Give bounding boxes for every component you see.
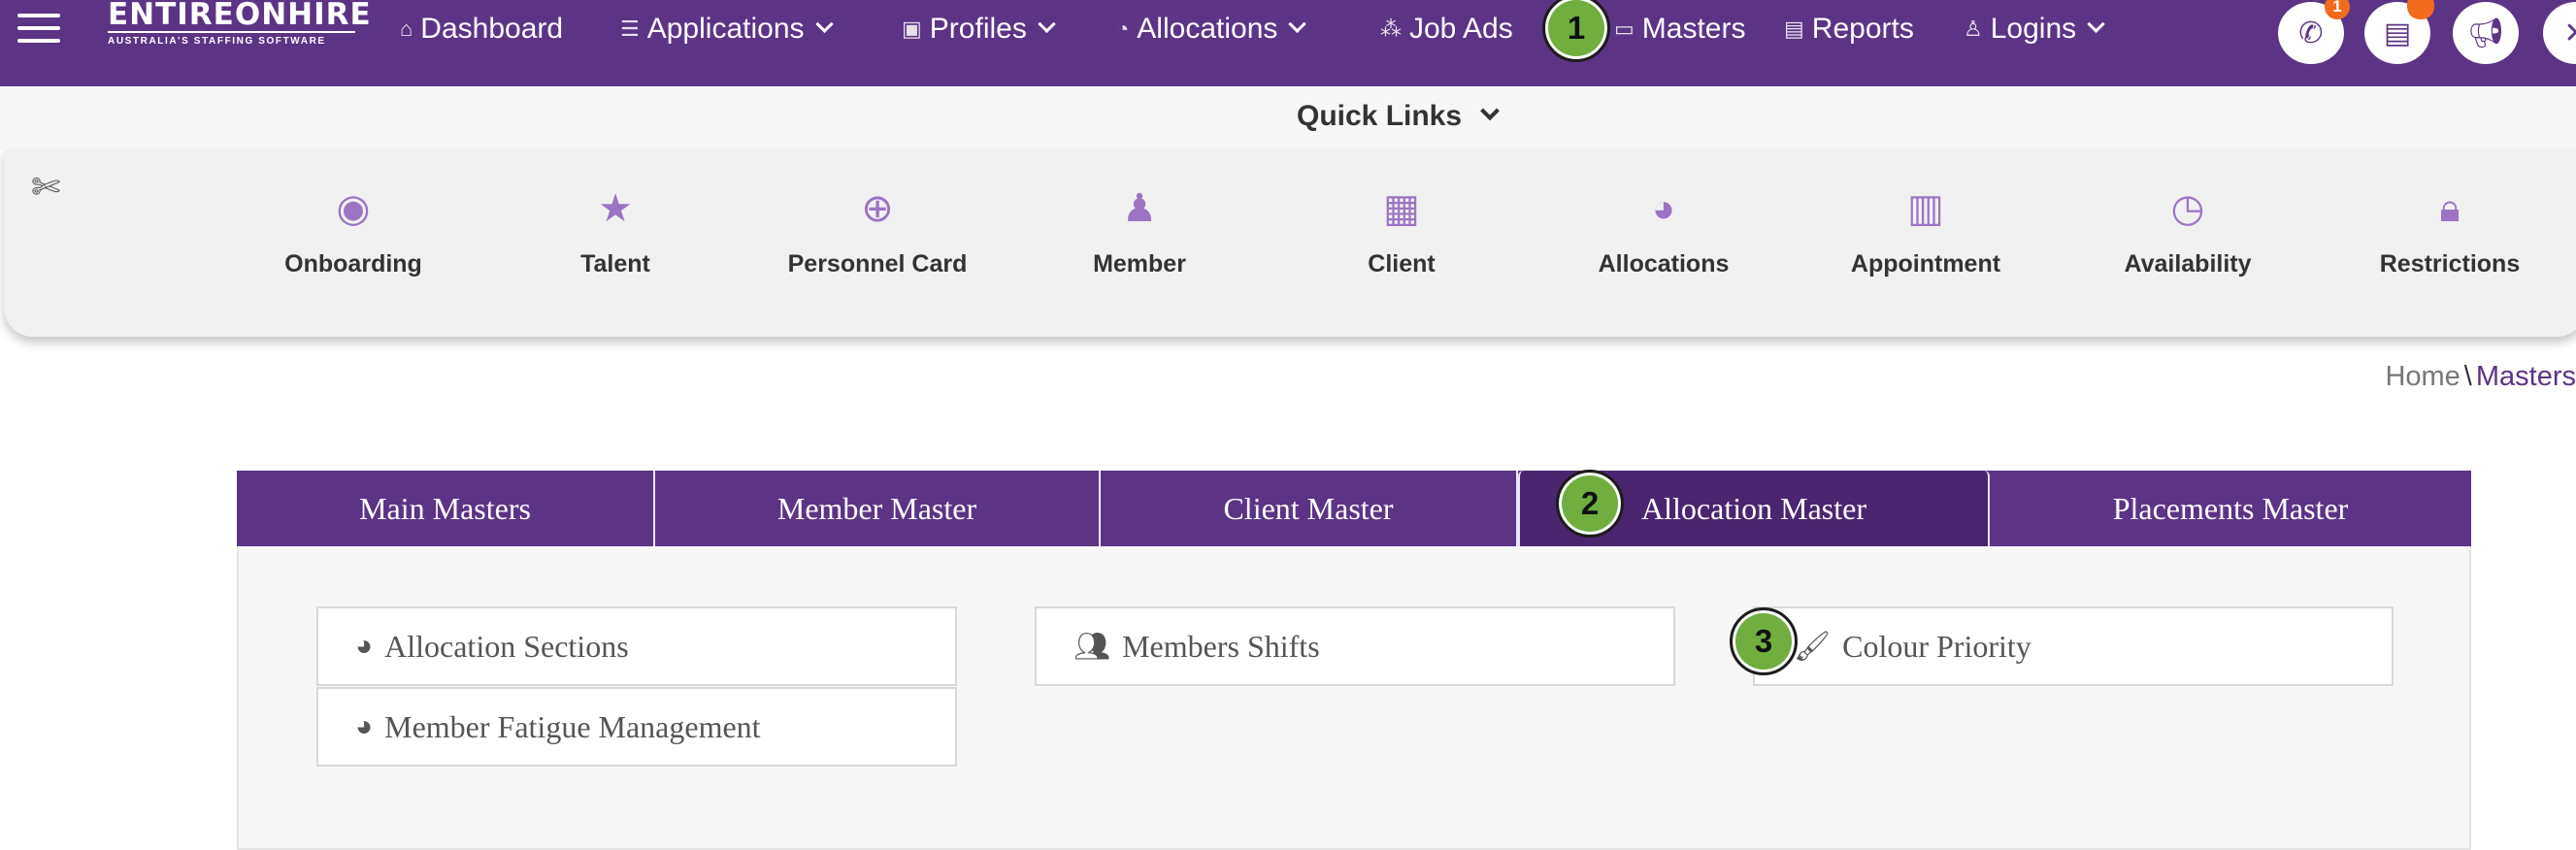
quick-link-label: Allocations — [1598, 250, 1730, 278]
quick-link-label: Member — [1093, 250, 1186, 278]
nav-job-ads-label: Job Ads — [1409, 13, 1513, 45]
chevron-down-icon — [814, 15, 834, 33]
nav-reports[interactable]: ▤ Reports — [1784, 10, 1914, 49]
calendar-icon: ▥ — [1907, 187, 1944, 230]
user-circle-icon: ◉ — [336, 187, 371, 230]
tab-member-master[interactable]: Member Master — [655, 471, 1101, 546]
nav-job-ads[interactable]: ⁂ Job Ads — [1380, 10, 1513, 49]
member-fatigue-management-button[interactable]: ◕ Member Fatigue Management — [316, 687, 957, 767]
quick-link-onboarding[interactable]: ◉ Onboarding — [242, 184, 465, 278]
quick-link-appointment[interactable]: ▥ Appointment — [1814, 184, 2037, 278]
document-icon: ▤ — [2383, 16, 2412, 49]
quick-link-label: Restrictions — [2379, 250, 2521, 278]
document-icon: ▤ — [1784, 16, 1804, 41]
breadcrumb-separator: \ — [2463, 361, 2472, 392]
home-icon: ⌂ — [400, 16, 413, 41]
nav-profiles-label: Profiles — [929, 13, 1027, 45]
folder-icon: ▭ — [1614, 16, 1635, 41]
chevron-down-icon — [1288, 15, 1307, 33]
breadcrumb-home[interactable]: Home — [2385, 361, 2460, 392]
nav-masters[interactable]: ▭ Masters — [1614, 10, 1745, 49]
item-label: Member Fatigue Management — [384, 708, 761, 744]
pie-chart-icon: ◕ — [355, 710, 374, 742]
logo-text: ENTIREONHIRE — [108, 0, 372, 32]
step-marker-3: 3 — [1730, 607, 1798, 675]
chevron-down-icon — [1038, 15, 1056, 33]
nav-allocations-label: Allocations — [1137, 13, 1278, 45]
quick-link-personnel-card[interactable]: ⊕ Personnel Card — [766, 184, 989, 278]
star-icon: ★ — [598, 187, 633, 230]
quick-link-label: Talent — [580, 250, 650, 278]
paint-brush-icon: 🖌︎ — [1794, 630, 1832, 663]
quick-links-title: Quick Links — [1297, 100, 1463, 132]
quick-link-label: Client — [1368, 250, 1436, 278]
nav-logins-label: Logins — [1990, 13, 2077, 45]
members-shifts-button[interactable]: 👥︎ Members Shifts — [1035, 606, 1675, 686]
item-label: Colour Priority — [1842, 628, 2031, 664]
network-icon: ⁂ — [1380, 16, 1402, 41]
chevron-down-icon — [1480, 101, 1500, 121]
nav-profiles[interactable]: ▣ Profiles — [902, 10, 1056, 49]
nav-reports-label: Reports — [1811, 13, 1914, 45]
allocation-sections-button[interactable]: ◕ Allocation Sections — [316, 606, 957, 686]
quick-link-label: Availability — [2124, 250, 2252, 278]
person-icon: ♟ — [1122, 187, 1157, 230]
item-label: Members Shifts — [1122, 628, 1320, 664]
quick-link-label: Personnel Card — [787, 250, 968, 278]
list-icon: ☰ — [620, 16, 640, 41]
masters-tabs: Main Masters Member Master Client Master… — [237, 471, 2471, 546]
logo-tagline: AUSTRALIA'S STAFFING SOFTWARE — [108, 36, 326, 47]
user-icon: ♙ — [1964, 16, 1983, 41]
nav-allocations[interactable]: ◔ Allocations — [1116, 10, 1307, 49]
building-icon: ▦ — [1383, 187, 1420, 230]
unpin-icon[interactable]: ✄ — [31, 167, 60, 208]
announcement-button[interactable]: 📢︎ — [2453, 2, 2519, 64]
logo[interactable]: ENTIREONHIRE AUSTRALIA'S STAFFING SOFTWA… — [108, 0, 372, 58]
megaphone-icon: 📢︎ — [2466, 16, 2505, 49]
quick-links-header: Quick Links — [0, 86, 2576, 149]
document-button[interactable]: ▤ — [2364, 0, 2434, 64]
tab-placements-master[interactable]: Placements Master — [1990, 471, 2471, 546]
quick-link-label: Appointment — [1850, 250, 2001, 278]
quick-link-allocations[interactable]: ◕ Allocations — [1552, 184, 1775, 278]
quick-link-availability[interactable]: ◷ Availability — [2076, 184, 2299, 278]
nav-applications-label: Applications — [646, 13, 805, 45]
quick-link-label: Onboarding — [284, 250, 422, 278]
lock-icon: 🔒︎ — [2439, 187, 2460, 230]
breadcrumb-current: Masters — [2475, 361, 2576, 392]
hamburger-menu-icon[interactable] — [17, 14, 60, 45]
profile-card-icon: ▣ — [902, 16, 922, 41]
close-button[interactable]: ✕ — [2543, 2, 2576, 64]
quick-links-toggle[interactable]: Quick Links — [1297, 100, 1500, 133]
phone-icon: ✆ — [2298, 16, 2324, 49]
quick-link-member[interactable]: ♟ Member — [1028, 184, 1251, 278]
breadcrumb: Home \ Masters — [2385, 361, 2576, 393]
tab-client-master[interactable]: Client Master — [1101, 471, 1518, 546]
chevron-down-icon — [2087, 15, 2105, 33]
clock-icon: ◷ — [2170, 187, 2205, 230]
pie-icon: ◔ — [1116, 16, 1130, 41]
users-icon: 👥︎ — [1073, 630, 1111, 663]
search-plus-icon: ⊕ — [861, 187, 894, 230]
notification-badge: 1 — [2325, 0, 2350, 19]
nav-masters-label: Masters — [1641, 13, 1746, 45]
quick-link-talent[interactable]: ★ Talent — [504, 184, 727, 278]
step-marker-2: 2 — [1556, 470, 1624, 538]
nav-dashboard[interactable]: ⌂ Dashboard — [400, 10, 563, 49]
phone-list-button[interactable]: ✆ 1 — [2278, 0, 2350, 64]
item-label: Allocation Sections — [384, 628, 629, 664]
quick-links-panel: ✄ ◉ Onboarding ★ Talent ⊕ Personnel Card… — [4, 149, 2576, 337]
status-dot — [2407, 0, 2434, 19]
top-navbar: ENTIREONHIRE AUSTRALIA'S STAFFING SOFTWA… — [0, 0, 2576, 86]
pie-chart-icon: ◕ — [355, 630, 374, 662]
pie-chart-icon: ◕ — [1651, 187, 1676, 230]
quick-link-restrictions[interactable]: 🔒︎ Restrictions — [2338, 184, 2561, 278]
nav-dashboard-label: Dashboard — [420, 13, 564, 45]
colour-priority-button[interactable]: 🖌︎ Colour Priority — [1753, 606, 2394, 686]
quick-link-client[interactable]: ▦ Client — [1290, 184, 1513, 278]
nav-logins[interactable]: ♙ Logins — [1964, 10, 2105, 49]
nav-applications[interactable]: ☰ Applications — [620, 10, 834, 49]
tab-main-masters[interactable]: Main Masters — [237, 471, 655, 546]
close-icon: ✕ — [2563, 16, 2576, 49]
